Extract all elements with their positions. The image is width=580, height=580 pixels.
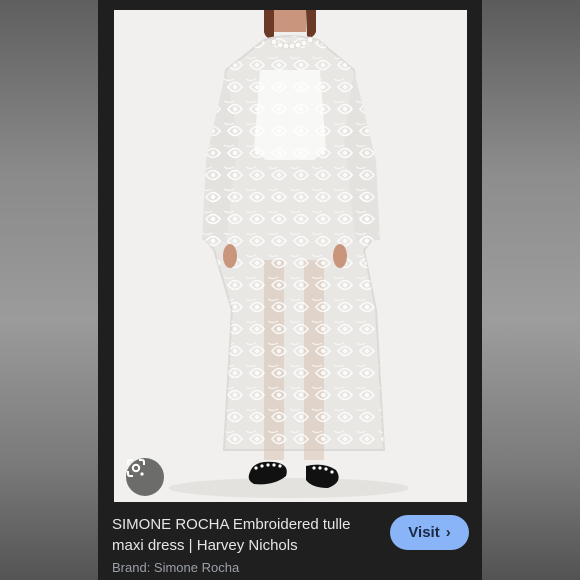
- google-lens-button[interactable]: [126, 458, 164, 496]
- product-image[interactable]: [114, 10, 467, 502]
- result-card[interactable]: SIMONE ROCHA Embroidered tulle maxi dres…: [98, 0, 482, 580]
- result-title[interactable]: SIMONE ROCHA Embroidered tulle maxi dres…: [112, 514, 382, 556]
- visit-button[interactable]: Visit ›: [390, 515, 469, 550]
- chevron-right-icon: ›: [445, 524, 451, 541]
- blurred-background-right: [482, 0, 580, 580]
- result-info: SIMONE ROCHA Embroidered tulle maxi dres…: [98, 502, 482, 580]
- visit-label: Visit: [408, 524, 440, 541]
- dress-illustration: [169, 10, 409, 498]
- blurred-background-left: [0, 0, 98, 580]
- result-brand: Brand: Simone Rocha: [112, 560, 240, 575]
